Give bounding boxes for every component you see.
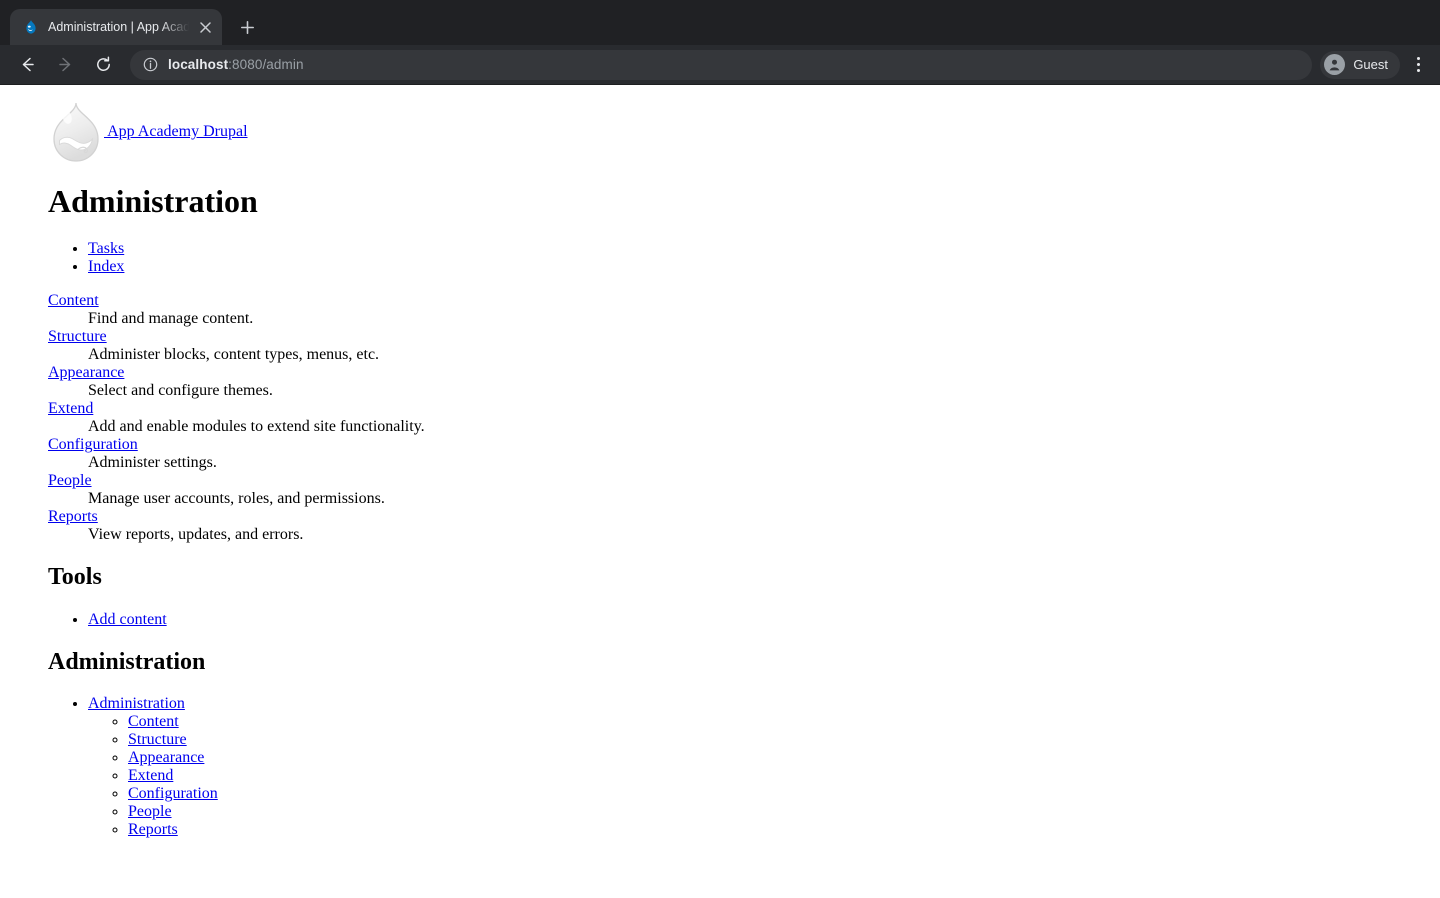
local-task-tasks[interactable]: Tasks <box>88 240 124 257</box>
menu-link-administration[interactable]: Administration <box>88 695 185 712</box>
list-item: Add content <box>88 611 1432 629</box>
admin-block-description: Find and manage content. <box>88 310 254 328</box>
drupal-droplet-logo <box>48 101 104 163</box>
admin-link-appearance[interactable]: Appearance <box>48 364 124 381</box>
kebab-dot <box>1416 63 1420 66</box>
url-host: localhost <box>168 57 229 72</box>
tools-menu: Add content <box>48 611 1432 629</box>
kebab-dot <box>1416 69 1420 72</box>
admin-block-description: Select and configure themes. <box>88 382 273 400</box>
admin-block-description: Add and enable modules to extend site fu… <box>88 418 425 436</box>
site-name-link[interactable]: App Academy Drupal <box>48 102 248 162</box>
tab-strip: Administration | App Academy Drupal <box>0 0 1440 45</box>
menu-link-people[interactable]: People <box>128 803 172 820</box>
list-item: Configuration <box>128 785 1432 803</box>
menu-link-configuration[interactable]: Configuration <box>128 785 218 802</box>
admin-link-configuration[interactable]: Configuration <box>48 436 138 453</box>
reload-button[interactable] <box>88 50 118 80</box>
admin-link-people[interactable]: People <box>48 472 92 489</box>
menu-link-content[interactable]: Content <box>128 713 179 730</box>
page-viewport: App Academy Drupal Administration Tasks … <box>0 85 1440 898</box>
admin-block-description: Administer settings. <box>88 454 217 472</box>
drupal-admin-page: App Academy Drupal Administration Tasks … <box>0 85 1440 863</box>
administration-menu: Administration Content Structure Appeara… <box>48 695 1432 839</box>
list-item: Administration Content Structure Appeara… <box>88 695 1432 839</box>
forward-button[interactable] <box>50 50 80 80</box>
admin-block-term: Structure <box>48 328 1432 346</box>
admin-link-reports[interactable]: Reports <box>48 508 98 525</box>
administration-submenu: Content Structure Appearance Extend Conf… <box>88 713 1432 839</box>
tab-title: Administration | App Academy Drupal <box>48 20 192 34</box>
admin-link-structure[interactable]: Structure <box>48 328 107 345</box>
tools-link-add-content[interactable]: Add content <box>88 611 167 628</box>
menu-link-extend[interactable]: Extend <box>128 767 173 784</box>
tools-heading: Tools <box>48 564 102 591</box>
list-item: Index <box>88 258 1432 276</box>
back-button[interactable] <box>12 50 42 80</box>
url-path: :8080/admin <box>228 57 304 72</box>
menu-link-reports[interactable]: Reports <box>128 821 178 838</box>
local-task-index[interactable]: Index <box>88 258 124 275</box>
address-bar-url: localhost:8080/admin <box>168 57 304 72</box>
browser-tab-administration[interactable]: Administration | App Academy Drupal <box>10 9 222 45</box>
new-tab-button[interactable] <box>232 12 262 42</box>
admin-block-term: Appearance <box>48 364 1432 382</box>
list-item: Extend <box>128 767 1432 785</box>
admin-block-description: Manage user accounts, roles, and permiss… <box>88 490 385 508</box>
site-name-text: App Academy Drupal <box>104 122 248 140</box>
menu-link-appearance[interactable]: Appearance <box>128 749 204 766</box>
tab-close-icon[interactable] <box>194 16 216 38</box>
admin-link-content[interactable]: Content <box>48 292 99 309</box>
kebab-dot <box>1416 57 1420 60</box>
list-item: Structure <box>128 731 1432 749</box>
list-item: People <box>128 803 1432 821</box>
list-item: Tasks <box>88 240 1432 258</box>
menu-link-structure[interactable]: Structure <box>128 731 187 748</box>
admin-block-term: Content <box>48 292 1432 310</box>
browser-toolbar: localhost:8080/admin Guest <box>0 45 1440 85</box>
browser-window: Administration | App Academy Drupal <box>0 0 1440 898</box>
admin-block-description: View reports, updates, and errors. <box>88 526 304 544</box>
site-information-icon[interactable] <box>142 57 158 73</box>
admin-blocks-list: Content Find and manage content. Structu… <box>48 292 1432 544</box>
site-branding: App Academy Drupal <box>48 93 1432 163</box>
admin-block-term: People <box>48 472 1432 490</box>
browser-menu-button[interactable] <box>1404 51 1432 79</box>
list-item: Content <box>128 713 1432 731</box>
profile-name: Guest <box>1353 57 1388 72</box>
admin-block-term: Reports <box>48 508 1432 526</box>
administration-heading: Administration <box>48 648 206 675</box>
admin-link-extend[interactable]: Extend <box>48 400 93 417</box>
admin-block-term: Configuration <box>48 436 1432 454</box>
address-bar[interactable]: localhost:8080/admin <box>130 49 1313 80</box>
page-title: Administration <box>48 183 258 219</box>
admin-block-description: Administer blocks, content types, menus,… <box>88 346 380 364</box>
drupal-droplet-favicon <box>22 19 39 36</box>
local-tasks-list: Tasks Index <box>48 240 1432 276</box>
list-item: Reports <box>128 821 1432 839</box>
list-item: Appearance <box>128 749 1432 767</box>
admin-block-term: Extend <box>48 400 1432 418</box>
person-avatar-icon <box>1324 54 1346 75</box>
profile-button[interactable]: Guest <box>1320 50 1400 79</box>
